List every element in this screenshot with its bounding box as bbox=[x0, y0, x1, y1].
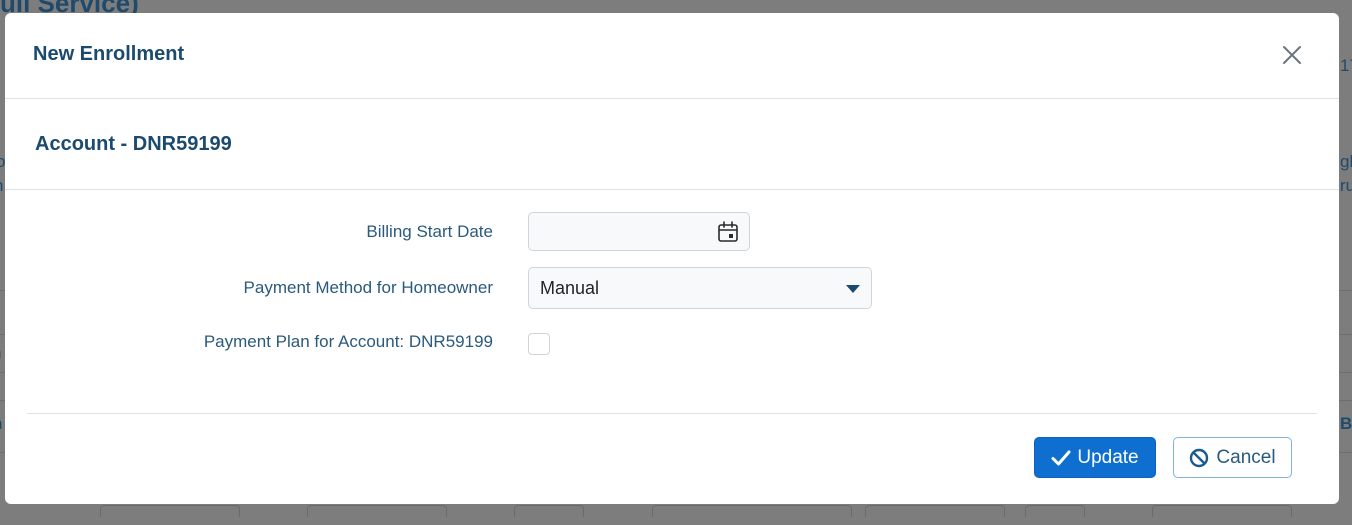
background-control bbox=[1025, 505, 1085, 517]
background-control bbox=[1152, 505, 1292, 517]
footer-divider bbox=[27, 413, 1317, 414]
background-text-fragment: n bbox=[0, 343, 1, 363]
update-button-label: Update bbox=[1077, 446, 1139, 468]
check-icon bbox=[1051, 450, 1071, 465]
calendar-icon[interactable] bbox=[715, 219, 741, 245]
background-control bbox=[100, 505, 240, 517]
payment-method-label: Payment Method for Homeowner bbox=[243, 278, 493, 297]
ban-icon bbox=[1190, 448, 1209, 467]
modal-title: New Enrollment bbox=[33, 43, 185, 65]
new-enrollment-modal: New Enrollment Account - DNR59199 Billin… bbox=[5, 13, 1339, 504]
account-section-header: Account - DNR59199 bbox=[5, 99, 1339, 190]
billing-start-date-field bbox=[528, 212, 750, 251]
cancel-button[interactable]: Cancel bbox=[1173, 437, 1292, 478]
update-button[interactable]: Update bbox=[1034, 437, 1156, 478]
background-control bbox=[865, 505, 1005, 517]
billing-start-date-input[interactable] bbox=[529, 213, 709, 250]
modal-header: New Enrollment bbox=[5, 13, 1339, 99]
background-text-fragment: Ba bbox=[1340, 414, 1352, 433]
background-control bbox=[652, 505, 852, 517]
close-icon[interactable] bbox=[1281, 44, 1303, 66]
billing-start-date-label: Billing Start Date bbox=[366, 222, 493, 241]
payment-method-selected-value: Manual bbox=[540, 278, 600, 298]
background-text-fragment: n bbox=[0, 414, 2, 434]
caret-down-icon bbox=[846, 285, 860, 293]
background-control bbox=[514, 505, 584, 517]
background-control bbox=[307, 505, 447, 517]
payment-plan-label: Payment Plan for Account: DNR59199 bbox=[203, 332, 493, 351]
background-text-fragment: ru bbox=[1340, 176, 1352, 195]
background-text-fragment: 17 bbox=[1340, 56, 1352, 75]
account-heading: Account - DNR59199 bbox=[35, 133, 232, 155]
cancel-button-label: Cancel bbox=[1216, 446, 1276, 468]
payment-plan-checkbox[interactable] bbox=[528, 333, 550, 355]
background-text-fragment: n bbox=[0, 176, 3, 196]
background-text-fragment: gh bbox=[1340, 152, 1352, 171]
payment-method-select[interactable]: Manual bbox=[528, 267, 872, 309]
